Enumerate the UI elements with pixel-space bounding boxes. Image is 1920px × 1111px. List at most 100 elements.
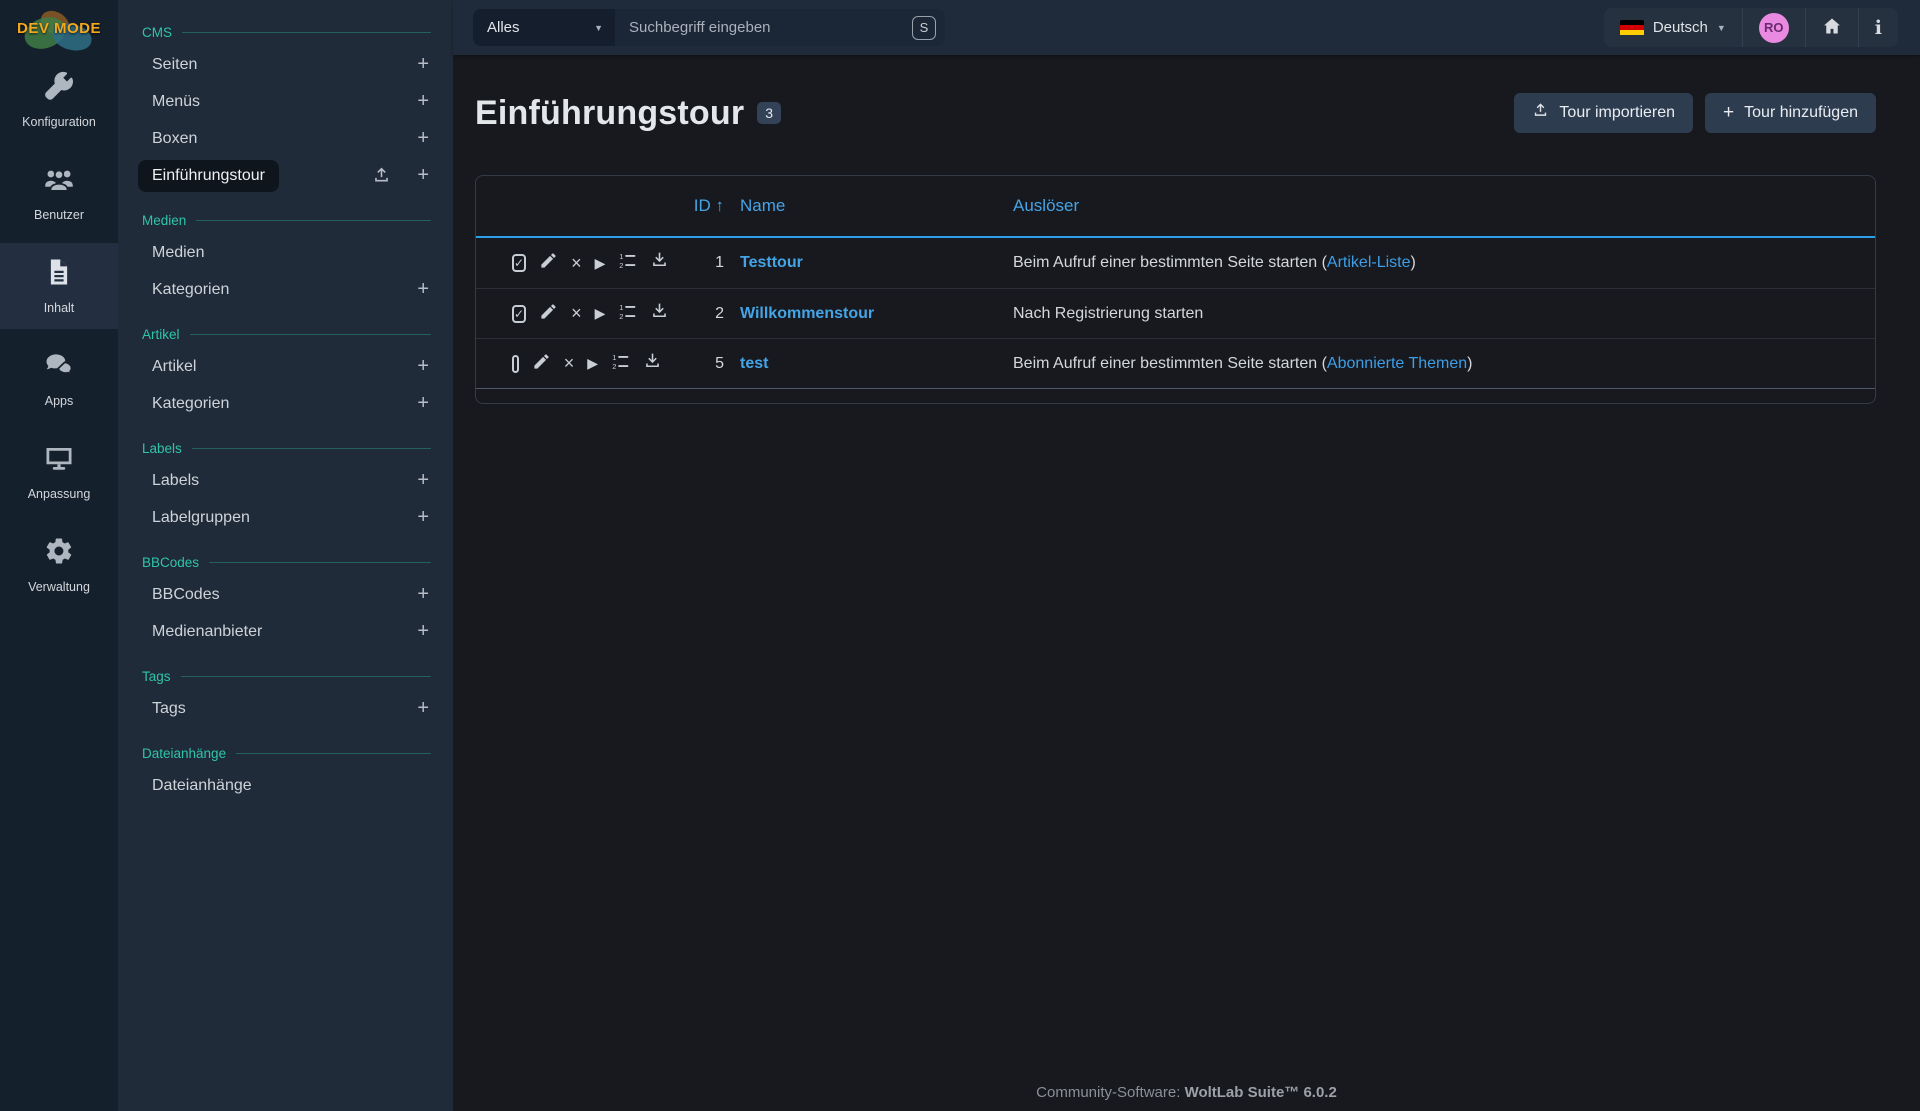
- sidebar-item-labels[interactable]: Labels +: [142, 462, 431, 499]
- comments-icon: [44, 350, 74, 385]
- add-icon[interactable]: +: [415, 164, 431, 187]
- section-title: Tags: [142, 669, 171, 684]
- column-header-id[interactable]: ID ↑: [678, 196, 724, 216]
- sidebar-item-labelgruppen[interactable]: Labelgruppen +: [142, 499, 431, 536]
- download-icon[interactable]: [650, 302, 669, 326]
- sidebar-section-cms: CMS Seiten + Menüs + Boxen + Einführungs…: [142, 18, 431, 194]
- upload-icon[interactable]: [372, 166, 391, 185]
- download-icon[interactable]: [650, 251, 669, 275]
- sidebar-item-einfuehrungstour[interactable]: Einführungstour +: [142, 157, 431, 194]
- steps-list-icon[interactable]: 12: [618, 302, 637, 326]
- cell-trigger: Beim Aufruf einer bestimmten Seite start…: [1013, 355, 1851, 373]
- search-scope-value: Alles: [487, 19, 520, 36]
- section-divider: [196, 220, 431, 221]
- add-icon[interactable]: +: [415, 53, 431, 76]
- caret-down-icon: ▼: [594, 23, 603, 33]
- sidebar-section-dateianhaenge: Dateianhänge Dateianhänge: [142, 739, 431, 804]
- sidebar-item-label: Seiten: [152, 56, 197, 74]
- sidebar-item-label: Tags: [152, 700, 186, 718]
- pencil-icon[interactable]: [539, 302, 558, 326]
- tour-name-link[interactable]: Testtour: [740, 254, 803, 271]
- dev-mode-label: DEV MODE: [17, 20, 101, 37]
- avatar[interactable]: RO: [1759, 13, 1789, 43]
- dev-mode-logo[interactable]: DEV MODE: [0, 0, 118, 57]
- add-icon[interactable]: +: [415, 90, 431, 113]
- pencil-icon[interactable]: [532, 352, 551, 376]
- add-icon[interactable]: +: [415, 392, 431, 415]
- rail-item-benutzer[interactable]: Benutzer: [0, 150, 118, 236]
- svg-text:2: 2: [620, 312, 624, 321]
- download-icon[interactable]: [643, 352, 662, 376]
- add-icon[interactable]: +: [415, 278, 431, 301]
- footer-product: WoltLab Suite™ 6.0.2: [1185, 1084, 1337, 1101]
- trigger-page-link[interactable]: Abonnierte Themen: [1327, 355, 1467, 372]
- add-icon[interactable]: +: [415, 620, 431, 643]
- sidebar-item-label: Kategorien: [152, 281, 229, 299]
- steps-list-icon[interactable]: 12: [611, 352, 630, 376]
- sidebar-item-boxen[interactable]: Boxen +: [142, 120, 431, 157]
- checkbox-checked[interactable]: ✓: [512, 305, 526, 323]
- rail-item-apps[interactable]: Apps: [0, 336, 118, 422]
- sidebar-item-label: Dateianhänge: [152, 777, 252, 795]
- footer-prefix: Community-Software:: [1036, 1084, 1180, 1101]
- search-scope-dropdown[interactable]: Alles ▼: [473, 9, 615, 46]
- delete-icon[interactable]: ×: [564, 353, 575, 374]
- sidebar-item-kategorien-medien[interactable]: Kategorien +: [142, 271, 431, 308]
- add-icon[interactable]: +: [415, 583, 431, 606]
- tour-name-link[interactable]: Willkommenstour: [740, 305, 874, 322]
- frontend-link[interactable]: [1805, 8, 1858, 47]
- column-header-trigger[interactable]: Auslöser: [1013, 196, 1851, 216]
- tour-import-button[interactable]: Tour importieren: [1514, 93, 1693, 133]
- sidebar-item-menus[interactable]: Menüs +: [142, 83, 431, 120]
- language-selector[interactable]: Deutsch ▼: [1604, 8, 1742, 47]
- search-field: S: [615, 9, 945, 46]
- add-icon[interactable]: +: [415, 127, 431, 150]
- sidebar-item-tags[interactable]: Tags +: [142, 690, 431, 727]
- delete-icon[interactable]: ×: [571, 253, 582, 274]
- rail-item-verwaltung[interactable]: Verwaltung: [0, 522, 118, 608]
- copyright-footer: Community-Software: WoltLab Suite™ 6.0.2: [453, 1084, 1920, 1101]
- rail-item-label: Inhalt: [44, 301, 75, 315]
- tour-add-button[interactable]: + Tour hinzufügen: [1705, 93, 1876, 133]
- svg-text:1: 1: [620, 252, 624, 261]
- add-icon[interactable]: +: [415, 506, 431, 529]
- add-icon[interactable]: +: [415, 355, 431, 378]
- sidebar-item-label: Labelgruppen: [152, 509, 250, 527]
- delete-icon[interactable]: ×: [571, 303, 582, 324]
- button-label: Tour importieren: [1559, 104, 1675, 122]
- checkbox-checked[interactable]: ✓: [512, 254, 526, 272]
- search-input[interactable]: [629, 19, 912, 36]
- user-menu[interactable]: RO: [1742, 8, 1805, 47]
- tour-name-link[interactable]: test: [740, 355, 768, 372]
- checkbox-unchecked[interactable]: [512, 355, 519, 373]
- file-icon: [44, 257, 74, 292]
- sidebar-item-kategorien-artikel[interactable]: Kategorien +: [142, 385, 431, 422]
- info-button[interactable]: i: [1858, 8, 1898, 47]
- rail-item-inhalt[interactable]: Inhalt: [0, 243, 118, 329]
- sidebar-item-label-selected[interactable]: Einführungstour: [138, 160, 279, 192]
- rail-item-konfiguration[interactable]: Konfiguration: [0, 57, 118, 143]
- play-icon[interactable]: ▶: [595, 305, 606, 322]
- count-badge: 3: [757, 102, 781, 124]
- trigger-page-link[interactable]: Artikel-Liste: [1327, 254, 1411, 271]
- sidebar-item-bbcodes[interactable]: BBCodes +: [142, 576, 431, 613]
- icon-rail: DEV MODE Konfiguration Benutzer Inhalt A…: [0, 0, 118, 1111]
- play-icon[interactable]: ▶: [595, 255, 606, 272]
- pencil-icon[interactable]: [539, 251, 558, 275]
- add-icon[interactable]: +: [415, 697, 431, 720]
- sidebar-item-medien[interactable]: Medien: [142, 234, 431, 271]
- sidebar-item-medienanbieter[interactable]: Medienanbieter +: [142, 613, 431, 650]
- sidebar-item-artikel[interactable]: Artikel +: [142, 348, 431, 385]
- sidebar-item-seiten[interactable]: Seiten +: [142, 46, 431, 83]
- rail-item-anpassung[interactable]: Anpassung: [0, 429, 118, 515]
- steps-list-icon[interactable]: 12: [618, 251, 637, 275]
- add-icon[interactable]: +: [415, 469, 431, 492]
- section-title: Medien: [142, 213, 186, 228]
- rail-item-label: Benutzer: [34, 208, 84, 222]
- play-icon[interactable]: ▶: [587, 355, 598, 372]
- sidebar-section-bbcodes: BBCodes BBCodes + Medienanbieter +: [142, 548, 431, 650]
- rail-item-label: Anpassung: [28, 487, 91, 501]
- sidebar-item-dateianhaenge[interactable]: Dateianhänge: [142, 767, 431, 804]
- button-label: Tour hinzufügen: [1744, 104, 1858, 122]
- column-header-name[interactable]: Name: [740, 196, 997, 216]
